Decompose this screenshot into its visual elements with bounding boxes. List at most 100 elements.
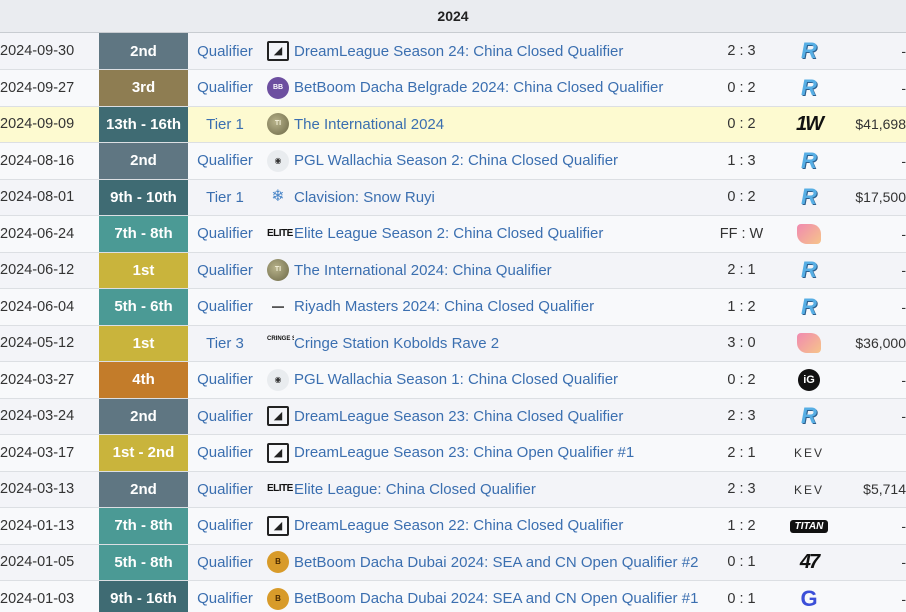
tier-link[interactable]: Qualifier — [188, 434, 262, 472]
tournament-link[interactable]: BetBoom Dacha Dubai 2024: SEA and CN Ope… — [294, 544, 709, 581]
tournament-link[interactable]: Cringe Station Kobolds Rave 2 — [294, 325, 709, 362]
tournament-logo-cell[interactable]: ◢ — [262, 33, 294, 70]
azure-ray-logo-icon[interactable]: R — [801, 257, 817, 283]
pgl-icon[interactable]: ◉ — [267, 149, 289, 172]
tournament-logo-cell[interactable]: ◢ — [262, 507, 294, 545]
opponent-cell[interactable]: TITAN — [774, 507, 844, 545]
betboom-dacha-icon[interactable]: B — [267, 551, 289, 574]
opponent-cell[interactable]: R — [774, 69, 844, 107]
match-score: 0 : 2 — [709, 69, 774, 107]
azure-ray-logo-icon[interactable]: R — [801, 184, 817, 210]
tournament-link[interactable]: DreamLeague Season 23: China Closed Qual… — [294, 398, 709, 435]
tier-link[interactable]: Qualifier — [188, 507, 262, 545]
tournament-logo-cell[interactable]: B — [262, 580, 294, 612]
kev-logo-icon[interactable]: KEV — [794, 446, 824, 460]
opponent-cell[interactable]: R — [774, 288, 844, 326]
opponent-cell[interactable]: iG — [774, 361, 844, 399]
tournament-link[interactable]: Clavision: Snow Ruyi — [294, 179, 709, 216]
tournament-link[interactable]: PGL Wallachia Season 1: China Closed Qua… — [294, 361, 709, 399]
cringe-station-icon[interactable]: CRINGE STATION — [267, 332, 294, 354]
match-score: 1 : 2 — [709, 288, 774, 326]
tournament-link[interactable]: Elite League Season 2: China Closed Qual… — [294, 215, 709, 253]
tier-link[interactable]: Qualifier — [188, 398, 262, 435]
pink-team-logo-icon[interactable] — [797, 223, 821, 244]
betboom-dacha-icon[interactable]: B — [267, 587, 289, 610]
azure-ray-logo-icon[interactable]: R — [801, 75, 817, 101]
dreamleague-icon[interactable]: ◢ — [267, 406, 289, 427]
riyadh-masters-icon[interactable]: ▬▬ — [267, 296, 289, 318]
betboom-dacha-icon[interactable]: BB — [267, 76, 289, 99]
dreamleague-icon[interactable]: ◢ — [267, 515, 289, 536]
tournament-link[interactable]: The International 2024 — [294, 106, 709, 143]
tournament-logo-cell[interactable]: B — [262, 544, 294, 581]
tournament-link[interactable]: Riyadh Masters 2024: China Closed Qualif… — [294, 288, 709, 326]
pink-team-logo-icon[interactable] — [797, 333, 821, 354]
tier-link[interactable]: Qualifier — [188, 69, 262, 107]
opponent-cell[interactable]: KEV — [774, 471, 844, 508]
opponent-cell[interactable]: R — [774, 179, 844, 216]
tournament-logo-cell[interactable]: CRINGE STATION — [262, 325, 294, 362]
opponent-cell[interactable]: 1W — [774, 106, 844, 143]
prize-amount: - — [844, 580, 906, 612]
result-date: 2024-06-12 — [0, 252, 99, 289]
tournament-link[interactable]: DreamLeague Season 22: China Closed Qual… — [294, 507, 709, 545]
opponent-cell[interactable] — [774, 215, 844, 253]
tournament-link[interactable]: DreamLeague Season 24: China Closed Qual… — [294, 33, 709, 70]
tournament-link[interactable]: PGL Wallachia Season 2: China Closed Qua… — [294, 142, 709, 180]
tournament-link[interactable]: DreamLeague Season 23: China Open Qualif… — [294, 434, 709, 472]
tier-link[interactable]: Tier 3 — [188, 325, 262, 362]
tier-link[interactable]: Qualifier — [188, 288, 262, 326]
tier-link[interactable]: Qualifier — [188, 580, 262, 612]
tournament-logo-cell[interactable]: ◢ — [262, 398, 294, 435]
tier-link[interactable]: Qualifier — [188, 33, 262, 70]
tier-link[interactable]: Qualifier — [188, 252, 262, 289]
the-international-icon[interactable]: TI — [267, 113, 289, 136]
tournament-link[interactable]: BetBoom Dacha Belgrade 2024: China Close… — [294, 69, 709, 107]
tier-link[interactable]: Qualifier — [188, 215, 262, 253]
tier-link[interactable]: Qualifier — [188, 361, 262, 399]
opponent-cell[interactable] — [774, 325, 844, 362]
tournament-link[interactable]: The International 2024: China Qualifier — [294, 252, 709, 289]
tournament-logo-cell[interactable]: ELITE — [262, 471, 294, 508]
azure-ray-logo-icon[interactable]: R — [801, 294, 817, 320]
team-47-logo-icon[interactable]: 47 — [800, 551, 820, 574]
tournament-logo-cell[interactable]: ❄ — [262, 179, 294, 216]
azure-ray-logo-icon[interactable]: R — [801, 403, 817, 429]
tier-link[interactable]: Qualifier — [188, 544, 262, 581]
opponent-cell[interactable]: R — [774, 398, 844, 435]
tournament-logo-cell[interactable]: BB — [262, 69, 294, 107]
tournament-logo-cell[interactable]: TI — [262, 252, 294, 289]
titan-logo-icon[interactable]: TITAN — [789, 519, 829, 533]
tournament-logo-cell[interactable]: TI — [262, 106, 294, 143]
opponent-cell[interactable]: R — [774, 142, 844, 180]
tier-link[interactable]: Tier 1 — [188, 106, 262, 143]
opponent-cell[interactable]: KEV — [774, 434, 844, 472]
g-team-logo-icon[interactable]: G — [800, 586, 817, 612]
tournament-logo-cell[interactable]: ▬▬ — [262, 288, 294, 326]
tier-link[interactable]: Qualifier — [188, 471, 262, 508]
tournament-logo-cell[interactable]: ◢ — [262, 434, 294, 472]
tournament-logo-cell[interactable]: ELITE — [262, 215, 294, 253]
tier-link[interactable]: Tier 1 — [188, 179, 262, 216]
opponent-cell[interactable]: G — [774, 580, 844, 612]
tournament-link[interactable]: BetBoom Dacha Dubai 2024: SEA and CN Ope… — [294, 580, 709, 612]
tournament-link[interactable]: Elite League: China Closed Qualifier — [294, 471, 709, 508]
1win-logo-icon[interactable]: 1W — [796, 113, 824, 136]
kev-logo-icon[interactable]: KEV — [794, 483, 824, 497]
clavision-icon[interactable]: ❄ — [267, 186, 289, 208]
pgl-icon[interactable]: ◉ — [267, 368, 289, 391]
azure-ray-logo-icon[interactable]: R — [801, 148, 817, 174]
tournament-logo-cell[interactable]: ◉ — [262, 361, 294, 399]
dreamleague-icon[interactable]: ◢ — [267, 41, 289, 61]
invictus-gaming-logo-icon[interactable]: iG — [798, 368, 820, 391]
elite-league-icon[interactable]: ELITE — [267, 478, 293, 500]
the-international-icon[interactable]: TI — [267, 259, 289, 282]
opponent-cell[interactable]: R — [774, 252, 844, 289]
opponent-cell[interactable]: R — [774, 33, 844, 70]
azure-ray-logo-icon[interactable]: R — [801, 38, 817, 64]
elite-league-icon[interactable]: ELITE — [267, 223, 293, 245]
opponent-cell[interactable]: 47 — [774, 544, 844, 581]
tournament-logo-cell[interactable]: ◉ — [262, 142, 294, 180]
dreamleague-icon[interactable]: ◢ — [267, 442, 289, 463]
tier-link[interactable]: Qualifier — [188, 142, 262, 180]
